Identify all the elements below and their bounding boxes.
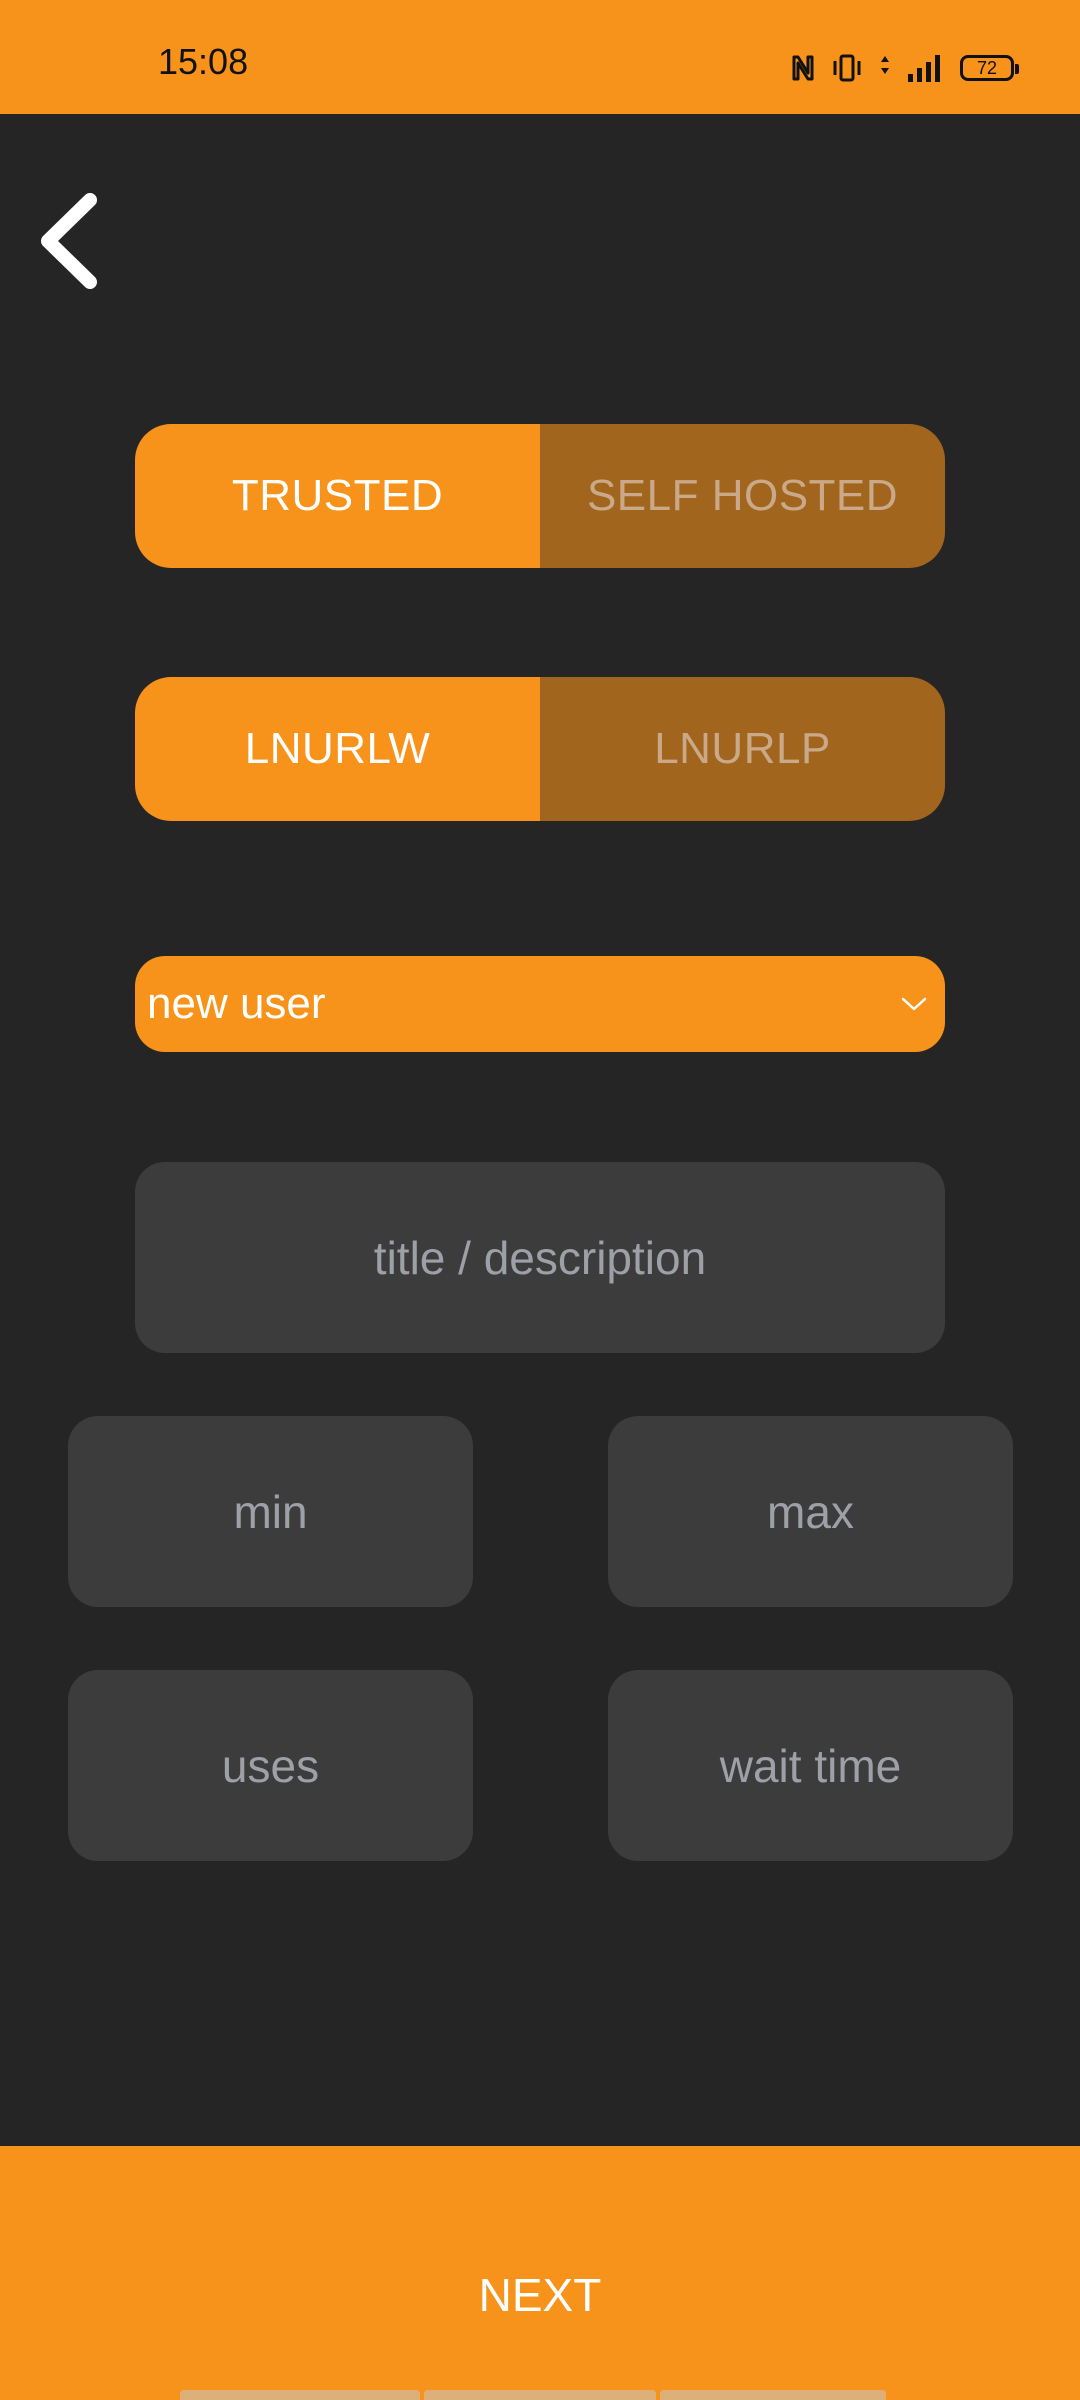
data-arrows-icon bbox=[878, 53, 892, 83]
lnurl-type-toggle: LNURLW LNURLP bbox=[135, 677, 945, 821]
title-description-field[interactable] bbox=[135, 1162, 945, 1353]
nav-hint-bar bbox=[424, 2390, 656, 2400]
max-field[interactable] bbox=[608, 1416, 1013, 1607]
lnurlp-option[interactable]: LNURLP bbox=[540, 677, 945, 821]
wait-time-input[interactable] bbox=[608, 1670, 1013, 1861]
nfc-icon bbox=[790, 53, 816, 83]
user-select-dropdown[interactable]: new user bbox=[135, 956, 945, 1052]
title-description-input[interactable] bbox=[135, 1162, 945, 1353]
nav-hint-bar bbox=[180, 2390, 420, 2400]
next-button-label: NEXT bbox=[478, 2269, 602, 2321]
uses-field[interactable] bbox=[68, 1670, 473, 1861]
vibrate-icon bbox=[830, 53, 864, 83]
chevron-left-icon bbox=[41, 193, 97, 289]
next-button[interactable]: NEXT bbox=[0, 2146, 1080, 2400]
battery-icon: 72 bbox=[960, 55, 1019, 81]
trusted-option[interactable]: TRUSTED bbox=[135, 424, 540, 568]
signal-icon bbox=[906, 52, 946, 84]
uses-input[interactable] bbox=[68, 1670, 473, 1861]
chevron-down-icon bbox=[901, 997, 927, 1011]
min-field[interactable] bbox=[68, 1416, 473, 1607]
max-input[interactable] bbox=[608, 1416, 1013, 1607]
self-hosted-option[interactable]: SELF HOSTED bbox=[540, 424, 945, 568]
battery-level: 72 bbox=[976, 58, 998, 78]
host-type-toggle: TRUSTED SELF HOSTED bbox=[135, 424, 945, 568]
status-time: 15:08 bbox=[158, 41, 249, 82]
min-input[interactable] bbox=[68, 1416, 473, 1607]
user-select-value: new user bbox=[147, 979, 326, 1028]
status-bar: 15:08 72 bbox=[0, 0, 1080, 114]
back-button[interactable] bbox=[28, 186, 108, 296]
nav-hint-bar bbox=[660, 2390, 886, 2400]
status-icons: 72 bbox=[790, 50, 1019, 86]
lnurlw-option[interactable]: LNURLW bbox=[135, 677, 540, 821]
wait-time-field[interactable] bbox=[608, 1670, 1013, 1861]
